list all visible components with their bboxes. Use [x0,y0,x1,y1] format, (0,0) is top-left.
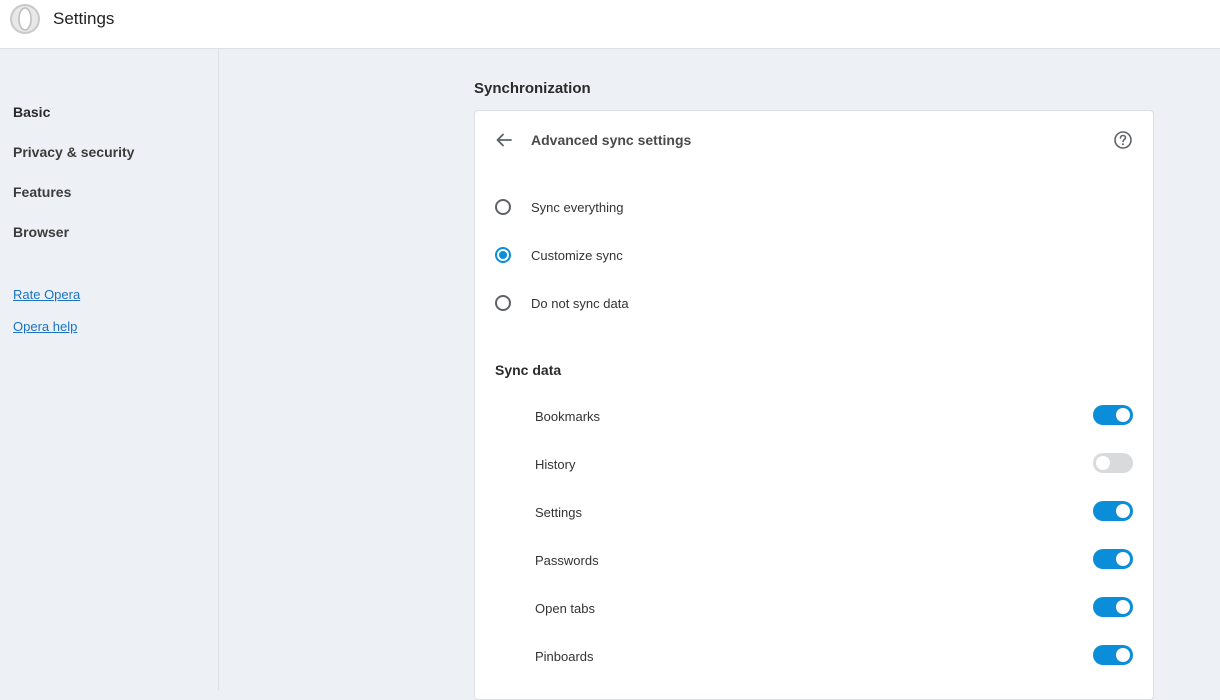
advanced-sync-card: Advanced sync settings Sync everything C… [474,110,1154,700]
sync-data-heading: Sync data [495,362,562,378]
opera-help-link[interactable]: Opera help [13,319,77,334]
sidebar: Basic Privacy & security Features Browse… [0,49,219,690]
radio-customize-sync[interactable]: Customize sync [495,243,895,267]
radio-button[interactable] [495,295,511,311]
history-toggle[interactable] [1093,453,1133,473]
radio-label: Do not sync data [531,296,629,311]
section-title: Synchronization [474,80,591,97]
toggle-label: Bookmarks [535,409,601,424]
radio-button[interactable] [495,247,511,263]
toggle-label: Passwords [535,553,599,568]
arrow-left-icon[interactable] [495,131,513,149]
toggle-label: Pinboards [535,649,594,664]
card-header-title: Advanced sync settings [531,132,692,148]
radio-label: Sync everything [531,200,624,215]
toggle-label: History [535,457,576,472]
pinboards-toggle[interactable] [1093,645,1133,665]
sync-item-pinboards: Pinboards [535,645,1135,669]
sync-item-open-tabs: Open tabs [535,597,1135,621]
sidebar-item-browser[interactable]: Browser [13,224,69,240]
top-bar: Settings [0,0,1220,49]
app-title: Settings [53,9,115,28]
opera-logo-icon [10,4,40,34]
sidebar-item-basic[interactable]: Basic [13,104,50,120]
sync-item-bookmarks: Bookmarks [535,405,1135,429]
help-circle-icon[interactable] [1113,130,1133,150]
sidebar-item-privacy-security[interactable]: Privacy & security [13,144,134,160]
radio-sync-everything[interactable]: Sync everything [495,195,895,219]
settings-toggle[interactable] [1093,501,1133,521]
sync-item-settings: Settings [535,501,1135,525]
toggle-label: Settings [535,505,582,520]
rate-opera-link[interactable]: Rate Opera [13,287,80,302]
radio-do-not-sync[interactable]: Do not sync data [495,291,895,315]
sidebar-item-features[interactable]: Features [13,184,71,200]
passwords-toggle[interactable] [1093,549,1133,569]
radio-label: Customize sync [531,248,623,263]
open-tabs-toggle[interactable] [1093,597,1133,617]
toggle-label: Open tabs [535,601,595,616]
sync-item-passwords: Passwords [535,549,1135,573]
bookmarks-toggle[interactable] [1093,405,1133,425]
sync-item-history: History [535,453,1135,477]
radio-button[interactable] [495,199,511,215]
